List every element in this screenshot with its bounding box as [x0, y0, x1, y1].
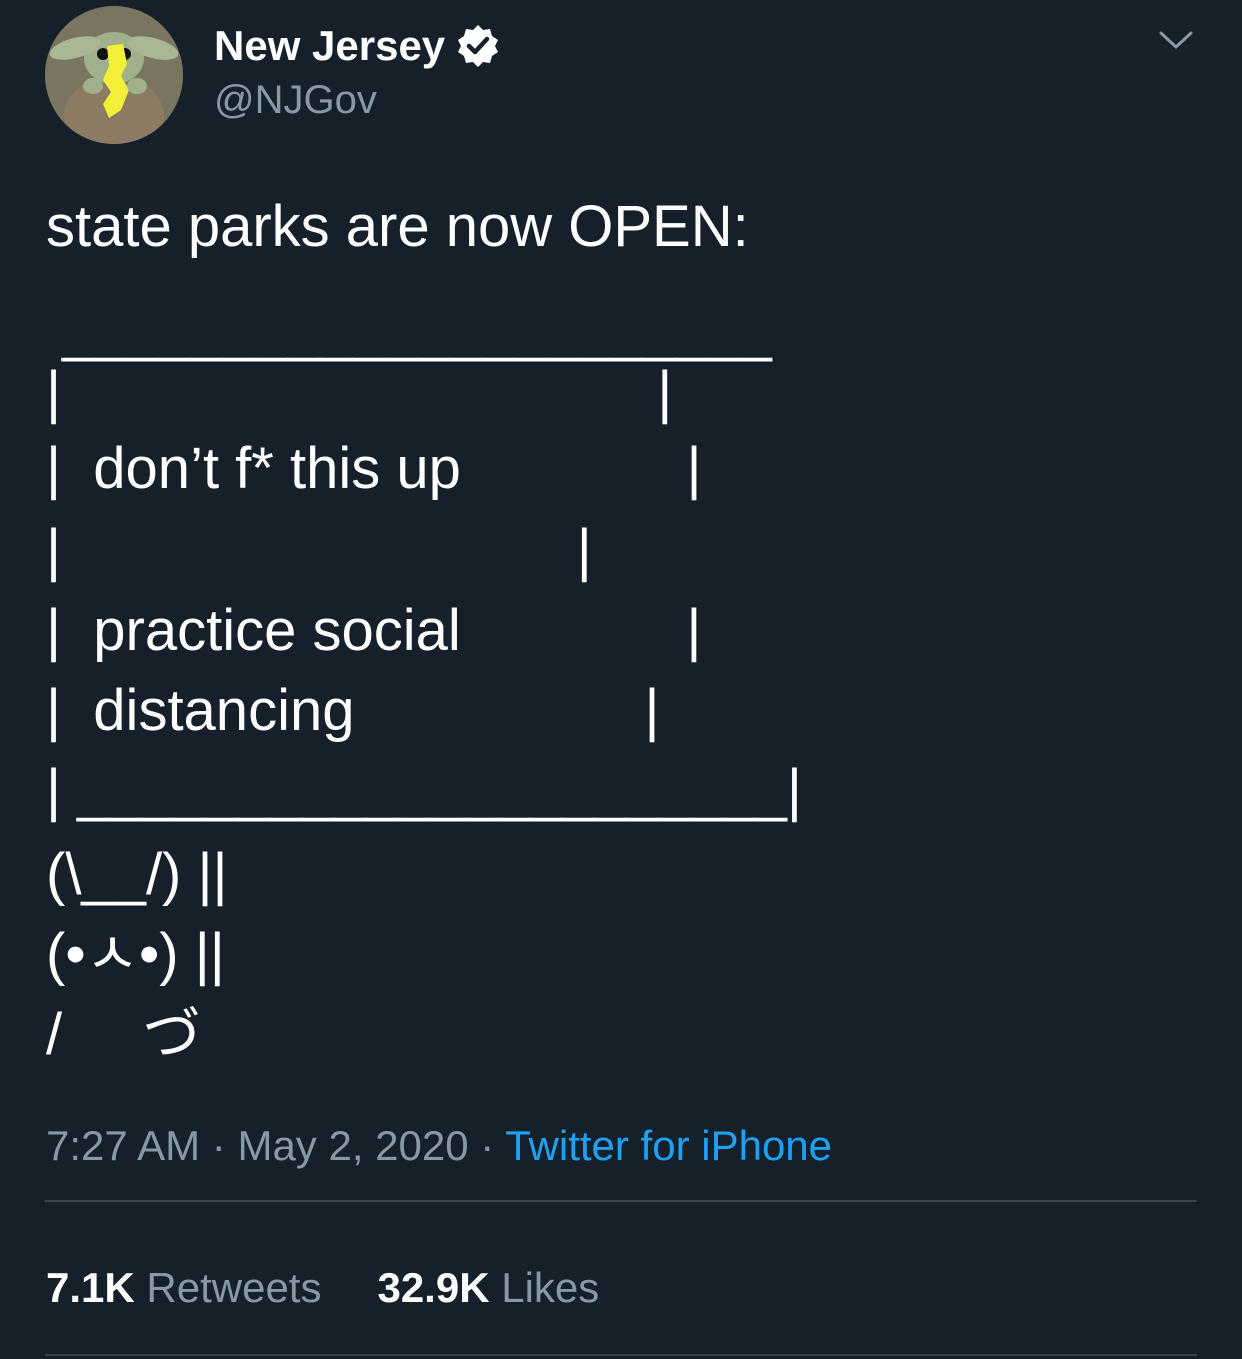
tweet-stats: 7.1K Retweets 32.9K Likes	[46, 1264, 599, 1312]
retweets-count: 7.1K	[46, 1264, 135, 1311]
display-name[interactable]: New Jersey	[214, 22, 445, 70]
chevron-down-icon[interactable]	[1158, 26, 1194, 54]
tweet-text-line: (•ㅅ•) ||	[46, 922, 225, 987]
tweet-text-line: | practice social |	[46, 598, 702, 663]
likes-stat[interactable]: 32.9K Likes	[377, 1264, 599, 1311]
tweet-source-link[interactable]: Twitter for iPhone	[505, 1122, 832, 1169]
tweet-text-line: ______________________	[46, 298, 772, 363]
tweet-text-line: | ______________________|	[46, 758, 802, 823]
baby-yoda-icon	[45, 6, 183, 144]
meta-separator: ·	[480, 1122, 495, 1169]
verified-badge-icon	[458, 25, 499, 67]
retweets-stat[interactable]: 7.1K Retweets	[46, 1264, 321, 1311]
tweet-text-line: (\__/) ||	[46, 842, 228, 907]
retweets-label: Retweets	[146, 1264, 322, 1311]
tweet-text-line: / づ	[46, 1002, 201, 1067]
likes-count: 32.9K	[377, 1264, 490, 1311]
tweet-text-line: state parks are now OPEN:	[46, 194, 749, 259]
divider	[45, 1200, 1197, 1202]
meta-separator: ·	[211, 1122, 226, 1169]
tweet-text-line: | distancing |	[46, 678, 660, 743]
likes-label: Likes	[501, 1264, 600, 1311]
tweet-date[interactable]: May 2, 2020	[237, 1122, 468, 1169]
tweet-text-line: | |	[46, 518, 592, 583]
display-name-row[interactable]: New Jersey	[214, 22, 501, 70]
avatar[interactable]	[45, 6, 183, 144]
tweet-meta: 7:27 AM · May 2, 2020 · Twitter for iPho…	[46, 1122, 832, 1170]
tweet-text-line: | |	[46, 360, 673, 425]
handle[interactable]: @NJGov	[214, 78, 377, 122]
tweet-text-line: | don’t f* this up |	[46, 436, 702, 501]
tweet-time[interactable]: 7:27 AM	[46, 1122, 200, 1169]
divider	[45, 1354, 1197, 1356]
